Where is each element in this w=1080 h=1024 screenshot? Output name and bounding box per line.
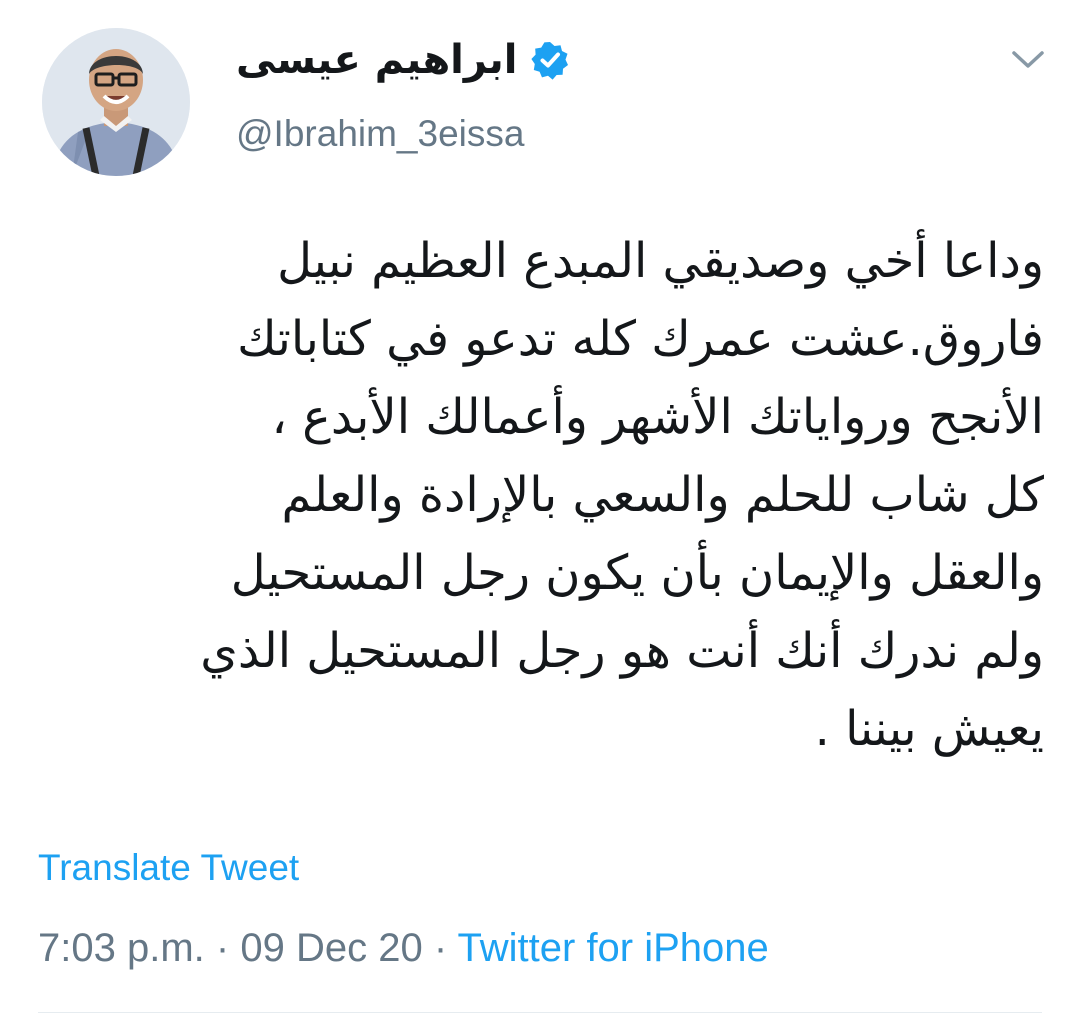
tweet-line: فاروق.عشت عمرك كله تدعو في كتاباتك bbox=[237, 311, 1044, 367]
tweet-date[interactable]: 09 Dec 20 bbox=[240, 926, 422, 970]
tweet-metadata: 7:03 p.m. · 09 Dec 20 · Twitter for iPho… bbox=[38, 924, 769, 972]
translate-tweet-link[interactable]: Translate Tweet bbox=[38, 846, 299, 890]
tweet-line: والعقل والإيمان بأن يكون رجل المستحيل bbox=[230, 545, 1044, 601]
tweet-source-link[interactable]: Twitter for iPhone bbox=[458, 926, 769, 970]
tweet-time[interactable]: 7:03 p.m. bbox=[38, 926, 205, 970]
tweet-line: وداعا أخي وصديقي المبدع العظيم نبيل bbox=[277, 233, 1044, 289]
tweet-line: يعيش بيننا . bbox=[814, 701, 1044, 757]
meta-separator: · bbox=[215, 926, 230, 970]
tweet-text: وداعا أخي وصديقي المبدع العظيم نبيل فارو… bbox=[40, 222, 1044, 768]
divider bbox=[38, 1012, 1042, 1013]
chevron-down-icon bbox=[1012, 51, 1044, 68]
tweet-line: ولم ندرك أنك أنت هو رجل المستحيل الذي bbox=[200, 623, 1044, 679]
user-name-row[interactable]: ابراهيم عيسى bbox=[236, 32, 570, 88]
tweet-line: كل شاب للحلم والسعي بالإرادة والعلم bbox=[281, 467, 1044, 523]
display-name[interactable]: ابراهيم عيسى bbox=[236, 40, 518, 80]
verified-badge-icon bbox=[530, 42, 568, 80]
user-handle[interactable]: @Ibrahim_3eissa bbox=[236, 112, 524, 156]
avatar[interactable] bbox=[42, 28, 190, 176]
meta-separator: · bbox=[433, 926, 448, 970]
tweet-menu-button[interactable] bbox=[1004, 36, 1052, 84]
profile-photo-illustration bbox=[42, 28, 190, 176]
tweet-line: الأنجح ورواياتك الأشهر وأعمالك الأبدع ، bbox=[271, 389, 1044, 445]
